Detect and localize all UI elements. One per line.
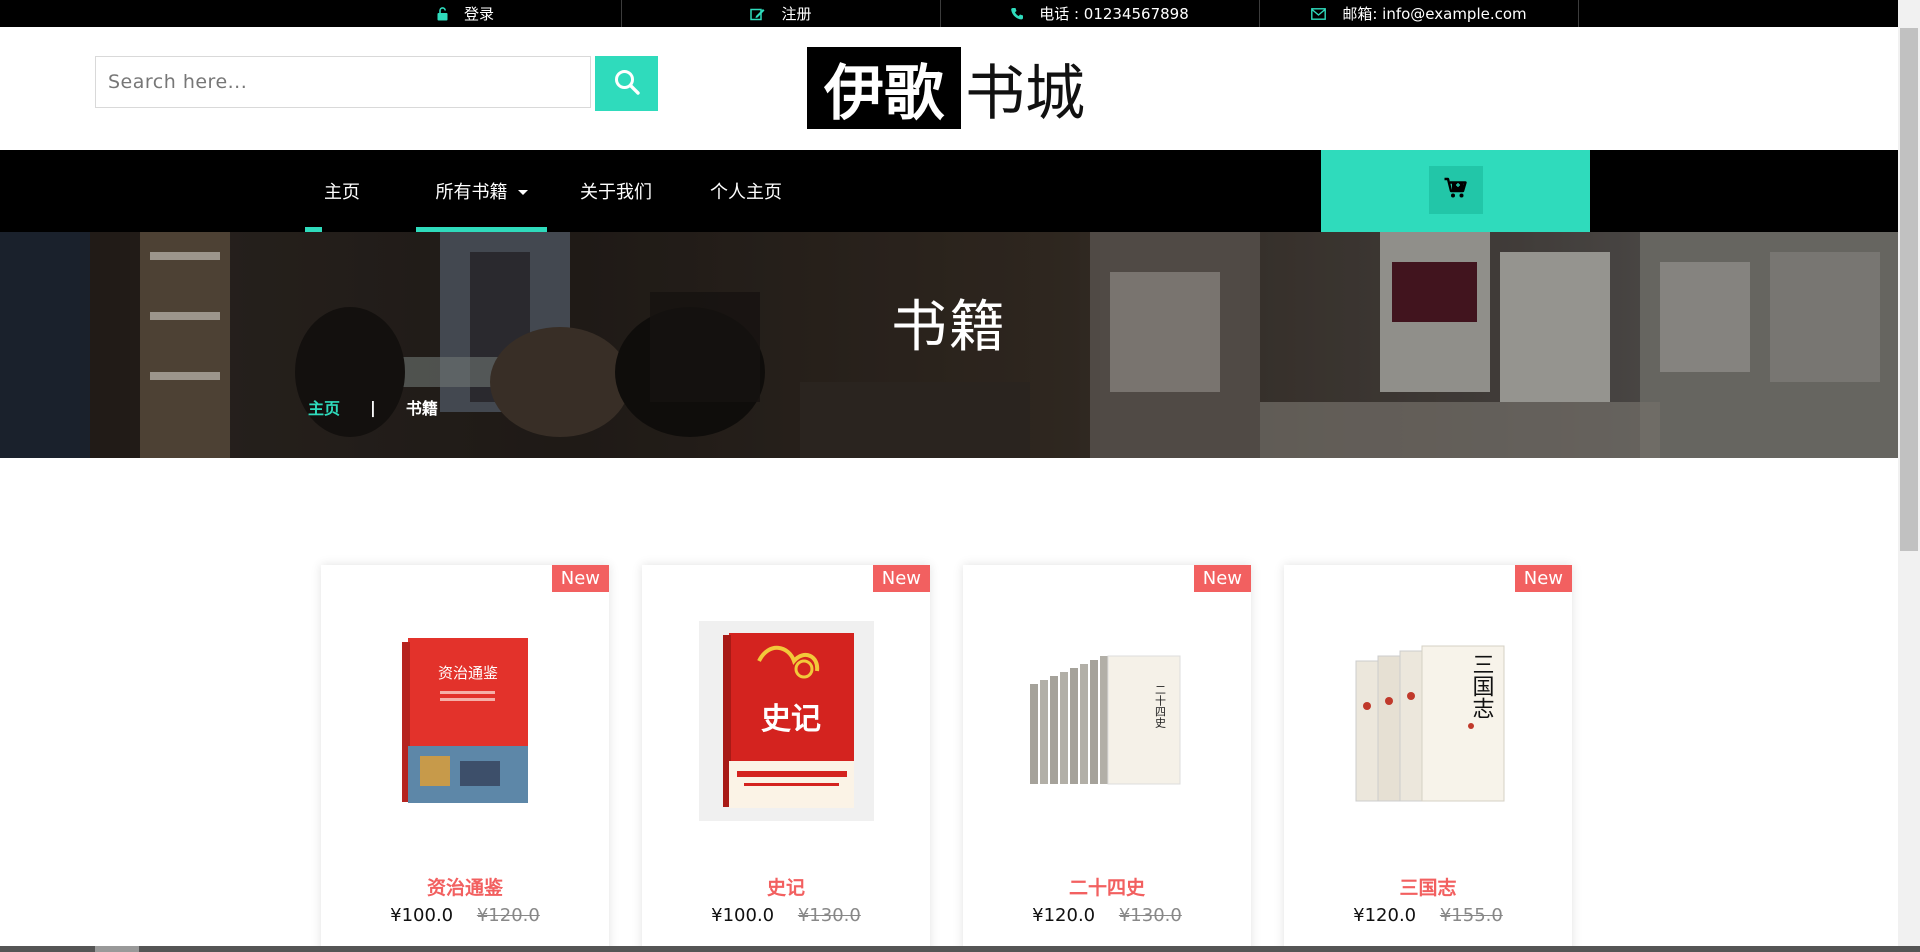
cover-title: 二十四史 — [1153, 684, 1166, 729]
cart-area — [1321, 150, 1590, 232]
phone-label: 电话 : 01234567898 — [1039, 5, 1189, 23]
page-banner: 书籍 主页 | 书籍 — [0, 232, 1898, 458]
register-link[interactable]: 注册 — [622, 0, 941, 27]
cover-title: 资治通鉴 — [438, 664, 498, 682]
email-info: 邮箱: info@example.com — [1260, 0, 1579, 27]
book-cover-image: 史记 — [698, 621, 874, 821]
page: 登录 注册 电话 : 01234567898 邮箱: info@example.… — [0, 0, 1898, 946]
cover-title: 三国志 — [1468, 653, 1493, 719]
nav-item-about[interactable]: 关于我们 — [580, 150, 652, 232]
current-price: ¥100.0 — [390, 905, 454, 926]
product-image[interactable]: 资治通鉴 — [365, 621, 565, 821]
logo-black-part: 伊歌 — [807, 47, 961, 129]
horizontal-scrollbar-thumb[interactable] — [95, 946, 139, 952]
login-link[interactable]: 登录 — [310, 0, 622, 27]
scrollbar-thumb[interactable] — [1900, 28, 1918, 551]
product-card[interactable]: New 史记 史记 ¥100.0 ¥130.0 — [642, 565, 930, 946]
banner-title: 书籍 — [891, 295, 1007, 360]
product-title[interactable]: 三国志 — [1284, 873, 1572, 900]
breadcrumb-home[interactable]: 主页 — [308, 395, 340, 419]
envelope-icon — [1311, 7, 1327, 20]
breadcrumb-current: 书籍 — [405, 399, 438, 418]
main-nav: 主页 所有书籍 关于我们 个人主页 — [0, 150, 1898, 232]
cover-title: 史记 — [761, 702, 821, 737]
product-title[interactable]: 史记 — [642, 873, 930, 900]
edit-icon — [750, 7, 765, 21]
breadcrumb: 主页 | 书籍 — [308, 395, 438, 419]
phone-icon — [1011, 7, 1024, 20]
product-title[interactable]: 二十四史 — [963, 873, 1251, 900]
new-badge: New — [551, 565, 609, 592]
product-prices: ¥120.0 ¥155.0 — [1284, 905, 1572, 926]
book-cover-image: 资治通鉴 — [402, 638, 528, 803]
nav-item-label: 个人主页 — [710, 182, 782, 203]
top-bar: 登录 注册 电话 : 01234567898 邮箱: info@example.… — [0, 0, 1898, 27]
horizontal-scrollbar[interactable] — [0, 946, 1920, 952]
product-prices: ¥120.0 ¥130.0 — [963, 905, 1251, 926]
nav-item-label: 所有书籍 — [435, 182, 508, 203]
old-price: ¥120.0 — [476, 905, 540, 926]
new-badge: New — [1514, 565, 1572, 592]
book-cover-image: 三国志 — [1355, 645, 1504, 802]
product-image[interactable]: 史记 — [686, 621, 886, 821]
nav-item-label: 主页 — [324, 182, 360, 203]
old-price: ¥155.0 — [1439, 905, 1503, 926]
current-price: ¥120.0 — [1353, 905, 1417, 926]
old-price: ¥130.0 — [797, 905, 861, 926]
search-button[interactable] — [595, 56, 658, 111]
nav-item-label: 关于我们 — [580, 182, 652, 203]
cart-button[interactable] — [1429, 166, 1483, 214]
product-image[interactable]: 三国志 — [1328, 621, 1528, 821]
register-label: 注册 — [781, 5, 812, 23]
product-card[interactable]: New 三国志 三国志 ¥120.0 ¥155.0 — [1284, 565, 1572, 946]
phone-info: 电话 : 01234567898 — [941, 0, 1260, 27]
new-badge: New — [1193, 565, 1251, 592]
nav-item-all-books[interactable]: 所有书籍 — [416, 150, 547, 232]
search-icon — [614, 69, 640, 99]
breadcrumb-separator: | — [370, 397, 376, 417]
product-card[interactable]: New 资治通鉴 资治通鉴 ¥100.0 ¥120.0 — [321, 565, 609, 946]
vertical-scrollbar[interactable] — [1898, 0, 1920, 952]
cart-icon — [1444, 177, 1468, 203]
product-image[interactable]: 二十四史 — [1007, 621, 1207, 821]
email-label: 邮箱: info@example.com — [1342, 5, 1527, 23]
unlock-icon — [437, 6, 448, 21]
product-prices: ¥100.0 ¥120.0 — [321, 905, 609, 926]
caret-down-icon — [517, 189, 528, 195]
product-prices: ¥100.0 ¥130.0 — [642, 905, 930, 926]
site-logo[interactable]: 伊歌 书城 — [807, 47, 1085, 129]
book-cover-image: 二十四史 — [1029, 655, 1180, 785]
current-price: ¥120.0 — [1032, 905, 1096, 926]
product-title[interactable]: 资治通鉴 — [321, 873, 609, 900]
logo-white-part: 书城 — [965, 58, 1085, 129]
nav-item-home[interactable]: 主页 — [305, 150, 379, 232]
new-badge: New — [872, 565, 930, 592]
current-price: ¥100.0 — [711, 905, 775, 926]
search-input[interactable] — [95, 56, 591, 108]
nav-item-profile[interactable]: 个人主页 — [710, 150, 782, 232]
login-label: 登录 — [463, 5, 494, 23]
old-price: ¥130.0 — [1118, 905, 1182, 926]
product-card[interactable]: New 二十四史 二十四史 ¥120.0 ¥130.0 — [963, 565, 1251, 946]
